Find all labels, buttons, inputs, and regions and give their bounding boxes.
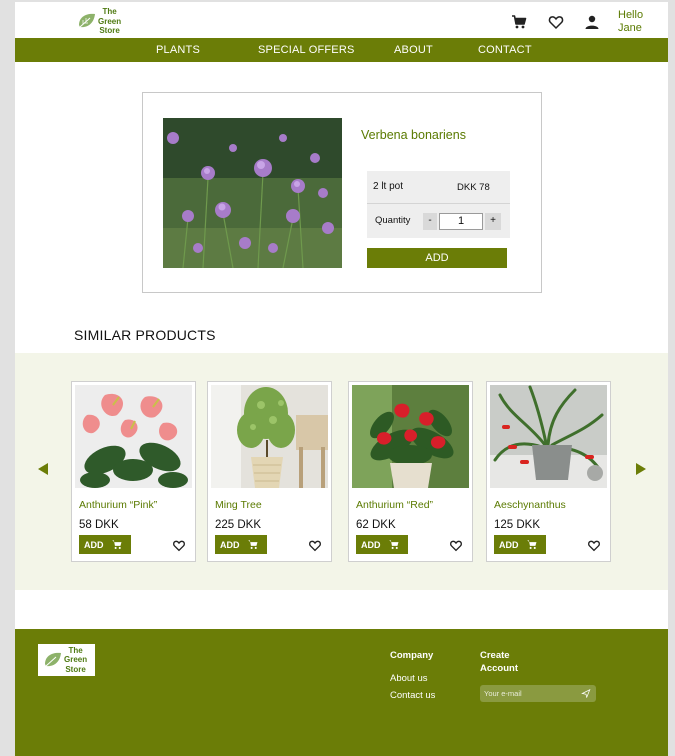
logo-line: The bbox=[102, 7, 117, 16]
divider bbox=[367, 203, 510, 204]
footer-link-about-us[interactable]: About us bbox=[390, 673, 428, 684]
footer-logo[interactable]: The Green Store bbox=[38, 644, 95, 676]
quantity-increment-button[interactable]: + bbox=[485, 213, 501, 230]
add-to-cart-button[interactable]: ADD bbox=[215, 535, 267, 554]
main-nav: PLANTS SPECIAL OFFERS ABOUT CONTACT bbox=[15, 38, 668, 62]
logo-line: Store bbox=[99, 26, 120, 35]
carousel-next-arrow-icon[interactable] bbox=[636, 463, 646, 475]
logo-text: The Green Store bbox=[98, 7, 121, 36]
carousel-prev-arrow-icon[interactable] bbox=[38, 463, 48, 475]
product-card-image bbox=[352, 385, 469, 488]
add-to-cart-button[interactable]: ADD bbox=[494, 535, 546, 554]
similar-products-carousel: Anthurium “Pink” 58 DKK ADD Ming Tree 22… bbox=[15, 353, 668, 590]
nav-item-plants[interactable]: PLANTS bbox=[156, 44, 200, 56]
product-card-price: 225 DKK bbox=[215, 519, 262, 531]
leaf-logo-icon bbox=[79, 14, 95, 28]
logo-line: Green bbox=[64, 655, 88, 665]
logo[interactable]: The Green Store bbox=[77, 7, 121, 36]
product-detail-card: Verbena bonariens 2 lt pot DKK 78 Quanti… bbox=[142, 92, 542, 293]
nav-item-special-offers[interactable]: SPECIAL OFFERS bbox=[258, 44, 355, 56]
add-label: ADD bbox=[84, 539, 104, 550]
quantity-decrement-button[interactable]: - bbox=[423, 213, 437, 230]
nav-item-contact[interactable]: CONTACT bbox=[478, 44, 532, 56]
logo-line: Green bbox=[98, 16, 122, 26]
leaf-logo-icon bbox=[45, 652, 61, 667]
add-label: ADD bbox=[361, 539, 381, 550]
add-to-cart-button[interactable]: ADD bbox=[79, 535, 131, 554]
product-image bbox=[163, 118, 342, 268]
nav-item-about[interactable]: ABOUT bbox=[394, 44, 433, 56]
greeting-line: Hello bbox=[618, 9, 644, 21]
create-account-heading[interactable]: Create Account bbox=[480, 649, 518, 675]
user-icon[interactable] bbox=[584, 14, 600, 30]
product-card-price: 58 DKK bbox=[79, 519, 119, 531]
user-greeting[interactable]: Hello Jane bbox=[618, 9, 643, 35]
header: The Green Store Hello Jane bbox=[15, 0, 668, 38]
logo-line: The bbox=[68, 645, 83, 655]
cart-icon bbox=[111, 540, 121, 549]
quantity-label: Quantity bbox=[375, 215, 411, 226]
heart-icon[interactable] bbox=[308, 539, 322, 552]
heart-icon[interactable] bbox=[172, 539, 186, 552]
similar-products-heading: SIMILAR PRODUCTS bbox=[74, 327, 216, 343]
create-account-line: Create bbox=[480, 650, 510, 661]
send-icon[interactable] bbox=[581, 689, 591, 698]
greeting-line: Jane bbox=[618, 22, 642, 34]
product-card-name[interactable]: Ming Tree bbox=[215, 499, 262, 511]
create-account-line: Account bbox=[480, 663, 518, 674]
product-card[interactable]: Anthurium “Pink” 58 DKK ADD bbox=[71, 381, 196, 562]
product-card-price: 125 DKK bbox=[494, 519, 541, 531]
product-card-name[interactable]: Anthurium “Pink” bbox=[79, 499, 157, 511]
add-to-cart-button[interactable]: ADD bbox=[367, 248, 507, 268]
product-card[interactable]: Anthurium “Red” 62 DKK ADD bbox=[348, 381, 473, 562]
heart-icon[interactable] bbox=[587, 539, 601, 552]
add-to-cart-button[interactable]: ADD bbox=[356, 535, 408, 554]
cart-icon bbox=[526, 540, 536, 549]
page: The Green Store Hello Jane PLANTS SPECIA… bbox=[15, 0, 668, 756]
cart-icon bbox=[247, 540, 257, 549]
product-card-image bbox=[75, 385, 192, 488]
add-label: ADD bbox=[499, 539, 519, 550]
product-title: Verbena bonariens bbox=[361, 128, 466, 142]
product-options: 2 lt pot DKK 78 Quantity - 1 + bbox=[367, 171, 510, 238]
logo-text: The Green Store bbox=[64, 646, 87, 675]
product-card[interactable]: Ming Tree 225 DKK ADD bbox=[207, 381, 332, 562]
email-input[interactable] bbox=[484, 687, 574, 700]
product-card-image bbox=[490, 385, 607, 488]
product-card-price: 62 DKK bbox=[356, 519, 396, 531]
heart-icon[interactable] bbox=[449, 539, 463, 552]
pot-size: 2 lt pot bbox=[373, 181, 404, 192]
product-card[interactable]: Aeschynanthus 125 DKK ADD bbox=[486, 381, 611, 562]
footer-link-contact-us[interactable]: Contact us bbox=[390, 690, 435, 701]
email-field-wrapper bbox=[480, 685, 596, 702]
quantity-input[interactable]: 1 bbox=[439, 213, 483, 230]
product-price: DKK 78 bbox=[457, 182, 490, 193]
footer: The Green Store Company About us Contact… bbox=[15, 629, 668, 756]
product-card-name[interactable]: Aeschynanthus bbox=[494, 499, 566, 511]
heart-icon[interactable] bbox=[548, 14, 564, 30]
product-card-image bbox=[211, 385, 328, 488]
add-label: ADD bbox=[220, 539, 240, 550]
product-card-name[interactable]: Anthurium “Red” bbox=[356, 499, 433, 511]
logo-line: Store bbox=[65, 664, 86, 674]
cart-icon[interactable] bbox=[511, 14, 527, 30]
cart-icon bbox=[388, 540, 398, 549]
company-heading: Company bbox=[390, 650, 434, 661]
